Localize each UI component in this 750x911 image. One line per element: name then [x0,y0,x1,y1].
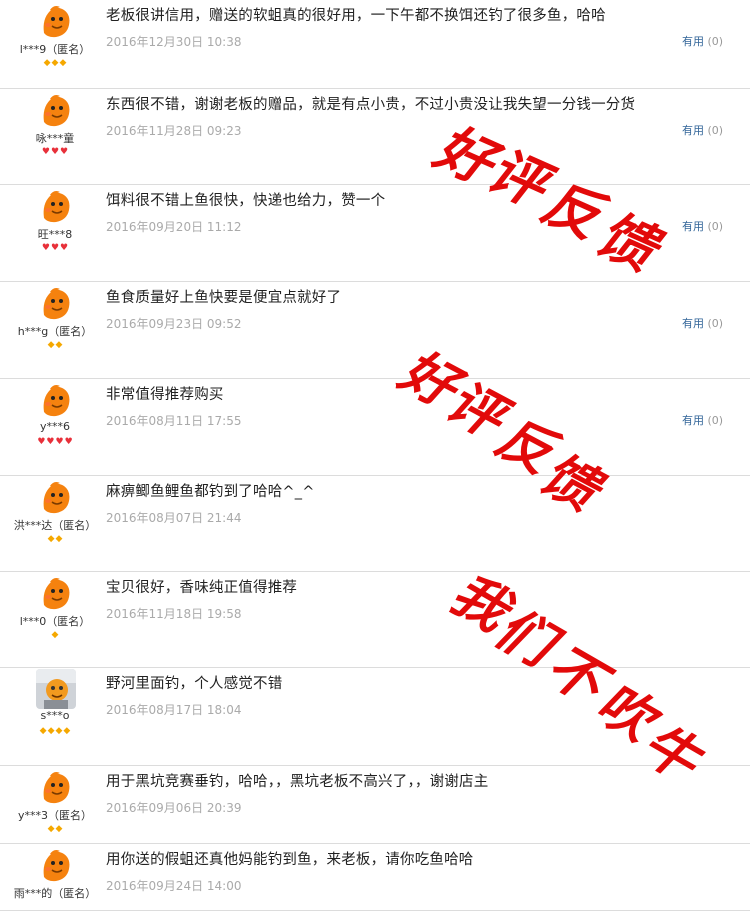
useful-vote-button[interactable]: 有用 (0) [682,315,723,331]
reviewer-level-badges: ♥♥♥ [0,147,110,157]
reviewer-name: l***9（匿名） [19,43,91,56]
diamond-level-icon: ◆ [55,824,63,834]
useful-vote-button[interactable]: 有用 (0) [682,33,723,49]
heart-level-icon: ♥ [60,147,69,157]
review-text: 饵料很不错上鱼很快，快递也给力，赞一个 [106,193,386,209]
heart-level-icon: ♥ [55,437,64,447]
review-item: 洪***达（匿名） ◆◆ 麻痹鲫鱼鲤鱼都钓到了哈哈^_^ 2016年08月07日 21… [0,476,750,572]
review-text: 老板很讲信用，赠送的软蛆真的很好用，一下午都不换饵还钓了很多鱼，哈哈 [106,8,606,24]
user-avatar-duck-icon[interactable] [36,1,76,41]
review-date: 2016年09月20日 11:12 [106,220,242,234]
review-date: 2016年09月23日 09:52 [106,317,242,331]
reviewer-name: h***g（匿名） [17,325,93,338]
useful-count: (0) [707,124,724,137]
reviewer-name: l***0（匿名） [19,615,91,628]
review-date: 2016年11月18日 19:58 [106,607,242,621]
reviewer-name: 洪***达（匿名） [13,519,97,532]
user-avatar-duck-icon[interactable] [36,186,76,226]
reviewer-level-badges: ◆◆◆ [0,58,110,68]
review-text: 宝贝很好，香味纯正值得推荐 [106,580,298,596]
heart-level-icon: ♥ [64,437,73,447]
review-date: 2016年08月07日 21:44 [106,511,242,525]
user-avatar-duck-icon[interactable] [36,767,76,807]
heart-level-icon: ♥ [37,437,46,447]
useful-label: 有用 [682,317,704,330]
reviewer-level-badges: ◆ [0,630,110,640]
heart-level-icon: ♥ [50,243,60,253]
watermark-stamp-2: 好 评 反 馈 [389,335,635,535]
review-text: 野河里面钓，个人感觉不错 [106,676,283,692]
diamond-level-icon: ◆ [39,726,47,736]
reviewer-level-badges: ♥♥♥♥ [0,437,110,447]
user-avatar-duck-icon[interactable] [36,380,76,420]
heart-level-icon: ♥ [41,243,50,253]
useful-count: (0) [707,317,724,330]
useful-count: (0) [707,35,724,48]
reviewer-name: 旺***8 [37,228,73,241]
review-text: 用于黑坑竞赛垂钓，哈哈，，黑坑老板不高兴了，，谢谢店主 [106,774,489,790]
diamond-level-icon: ◆ [55,340,63,350]
useful-label: 有用 [682,414,704,427]
diamond-level-icon: ◆ [51,630,59,640]
diamond-level-icon: ◆ [47,340,55,350]
review-date: 2016年09月06日 20:39 [106,801,242,815]
review-item: l***9（匿名） ◆◆◆ 老板很讲信用，赠送的软蛆真的很好用，一下午都不换饵还钓了… [0,0,750,89]
review-text: 非常值得推荐购买 [106,387,224,403]
user-avatar-duck-icon[interactable] [36,90,76,130]
diamond-level-icon: ◆ [55,726,63,736]
reviewer-level-badges: ◆◆ [0,534,110,544]
heart-level-icon: ♥ [60,243,69,253]
useful-count: (0) [707,220,724,233]
reviewer-name: 雨***的（匿名） [13,887,97,900]
review-text: 用你送的假蛆还真他妈能钓到鱼，来老板，请你吃鱼哈哈 [106,852,474,868]
reviewer-name: s***o [40,709,70,722]
reviewer-level-badges: ◆◆ [0,340,110,350]
diamond-level-icon: ◆ [47,534,55,544]
review-date: 2016年12月30日 10:38 [106,35,242,49]
watermark-stamp-3: 我 们 不 吹 牛 [440,560,715,795]
heart-level-icon: ♥ [41,147,50,157]
diamond-level-icon: ◆ [59,58,67,68]
review-item: y***6 ♥♥♥♥ 非常值得推荐购买 2016年08月11日 17:55 有用 (0) [0,379,750,476]
reviewer-level-badges: ◆◆◆◆ [0,726,110,736]
review-text: 鱼食质量好上鱼快要是便宜点就好了 [106,290,342,306]
useful-label: 有用 [682,35,704,48]
user-avatar-photo[interactable] [36,669,76,709]
user-avatar-duck-icon[interactable] [36,477,76,517]
useful-vote-button[interactable]: 有用 (0) [682,412,723,428]
user-avatar-duck-icon[interactable] [36,573,76,613]
heart-level-icon: ♥ [50,147,60,157]
reviewer-level-badges: ♥♥♥ [0,243,110,253]
review-item: 雨***的（匿名） 用你送的假蛆还真他妈能钓到鱼，来老板，请你吃鱼哈哈 2016年0… [0,844,750,911]
reviewer-name: y***6 [39,420,70,433]
review-date: 2016年08月11日 17:55 [106,414,242,428]
reviewer-level-badges: ◆◆ [0,824,110,834]
review-text: 麻痹鲫鱼鲤鱼都钓到了哈哈^_^ [106,484,315,500]
diamond-level-icon: ◆ [55,534,63,544]
heart-level-icon: ♥ [46,437,55,447]
diamond-level-icon: ◆ [51,58,59,68]
watermark-stamp-1: 好 评 反 馈 [424,110,690,300]
reviewer-name: y***3（匿名） [17,809,92,822]
diamond-level-icon: ◆ [47,726,55,736]
review-date: 2016年09月24日 14:00 [106,879,242,893]
diamond-level-icon: ◆ [63,726,71,736]
user-avatar-duck-icon[interactable] [36,845,76,885]
review-date: 2016年08月17日 18:04 [106,703,242,717]
reviewer-name: 咏***童 [35,132,75,145]
diamond-level-icon: ◆ [47,824,55,834]
diamond-level-icon: ◆ [43,58,51,68]
review-date: 2016年11月28日 09:23 [106,124,242,138]
user-avatar-duck-icon[interactable] [36,283,76,323]
useful-count: (0) [707,414,724,427]
